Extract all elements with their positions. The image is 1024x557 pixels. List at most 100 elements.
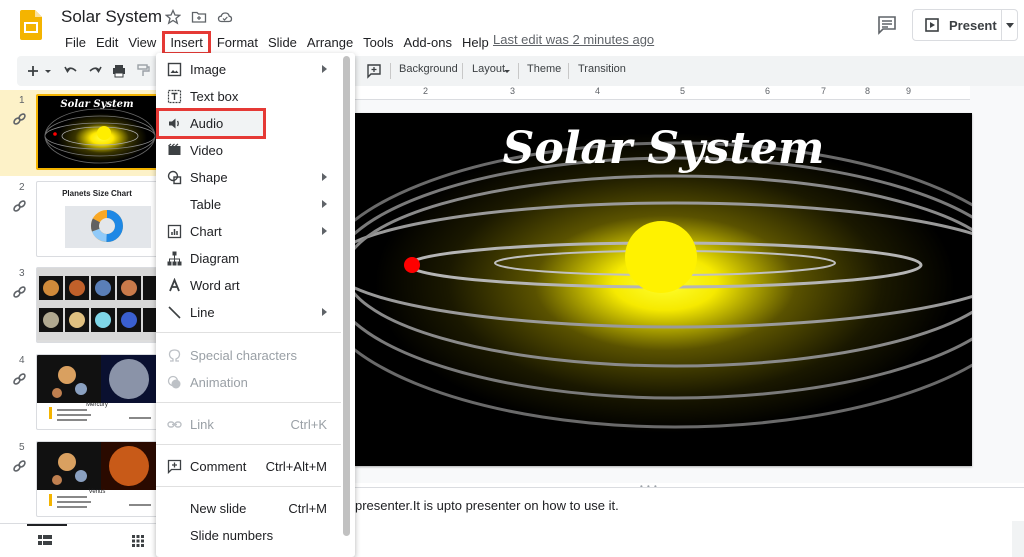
menu-item-shortcut: Ctrl+K — [290, 417, 327, 432]
menu-item-word-art[interactable]: Word art — [156, 272, 341, 299]
menu-item-label: Line — [190, 305, 215, 320]
menu-item-diagram[interactable]: Diagram — [156, 245, 341, 272]
ruler-number: 8 — [865, 86, 871, 96]
last-edit-link[interactable]: Last edit was 2 minutes ago — [493, 32, 654, 47]
comment-plus-icon — [167, 459, 182, 474]
menu-item-shortcut: Ctrl+M — [288, 501, 327, 516]
menu-item-chart[interactable]: Chart — [156, 218, 341, 245]
star-icon[interactable] — [165, 9, 181, 25]
print-icon[interactable] — [111, 63, 127, 79]
slide-thumbnail-1[interactable]: 1 Solar System — [0, 90, 163, 176]
menu-add-ons[interactable]: Add-ons — [399, 34, 457, 52]
menu-item-label: Text box — [190, 89, 239, 104]
menu-tools[interactable]: Tools — [358, 34, 398, 52]
menu-item-slide-numbers[interactable]: Slide numbers — [156, 522, 341, 549]
link-icon — [167, 421, 182, 428]
video-icon — [168, 143, 181, 155]
link-icon — [13, 373, 26, 385]
redo-icon[interactable] — [87, 63, 103, 79]
filmstrip-footer — [0, 523, 163, 557]
main-slide[interactable]: Solar System — [355, 113, 972, 466]
menu-item-line[interactable]: Line — [156, 299, 341, 326]
menu-file[interactable]: File — [60, 34, 91, 52]
menu-item-label: Word art — [190, 278, 240, 293]
menu-item-audio[interactable]: Audio — [156, 108, 266, 139]
slide-thumbnail-5[interactable]: 5 Venus — [0, 437, 163, 523]
menu-item-link: Link Ctrl+K — [156, 411, 341, 438]
layout-button[interactable]: Layout — [472, 63, 505, 75]
comment-history-icon[interactable] — [877, 15, 897, 35]
menubar: File Edit View Insert Format Slide Arran… — [60, 31, 494, 55]
menu-item-text-box[interactable]: Text box — [156, 83, 341, 110]
menu-item-label: Audio — [190, 116, 224, 131]
menu-edit[interactable]: Edit — [91, 34, 123, 52]
submenu-arrow-icon — [322, 65, 327, 73]
thumb-planets-grid — [37, 268, 157, 340]
menu-item-shortcut: Ctrl+Alt+M — [265, 459, 327, 474]
filmstrip-view-icon[interactable] — [38, 535, 52, 547]
line-icon — [168, 306, 181, 319]
audio-speaker-icon — [169, 118, 179, 129]
thumb-donut-chart — [91, 210, 123, 242]
menu-item-label: Image — [190, 62, 227, 77]
thumb-title: Planets Size Chart — [62, 189, 132, 198]
word-art-icon — [169, 278, 180, 292]
menu-item-special-characters: Special characters — [156, 342, 341, 369]
menu-item-shape[interactable]: Shape — [156, 164, 341, 191]
transition-button[interactable]: Transition — [578, 63, 626, 75]
ruler-number: 4 — [595, 86, 601, 96]
add-comment-icon[interactable] — [366, 63, 382, 79]
new-slide-chevron-down-icon[interactable] — [43, 63, 53, 79]
layout-chevron-down-icon[interactable] — [503, 63, 511, 79]
ruler-number: 7 — [821, 86, 827, 96]
slide-number: 5 — [19, 442, 25, 453]
submenu-arrow-icon — [322, 227, 327, 235]
background-button[interactable]: Background — [399, 63, 458, 75]
menu-item-image[interactable]: Image — [156, 56, 341, 83]
undo-icon[interactable] — [63, 63, 79, 79]
present-button[interactable]: Present — [912, 9, 1018, 41]
paint-format-icon[interactable] — [135, 63, 151, 79]
document-title[interactable]: Solar System — [61, 7, 162, 27]
speaker-notes-text[interactable]: presenter.It is upto presenter on how to… — [355, 498, 619, 513]
menu-item-video[interactable]: Video — [156, 137, 341, 164]
menu-item-label: Video — [190, 143, 224, 158]
slides-logo-icon[interactable] — [20, 10, 42, 40]
canvas-scrollbar[interactable] — [1012, 521, 1024, 557]
diagram-icon — [167, 251, 182, 266]
move-to-folder-icon[interactable] — [191, 9, 207, 25]
insert-menu: Image Text box Audio Video Shape Table C… — [156, 53, 355, 557]
menu-help[interactable]: Help — [457, 34, 494, 52]
menu-slide[interactable]: Slide — [263, 34, 302, 52]
main-slide-title[interactable]: Solar System — [355, 123, 972, 174]
menu-insert[interactable]: Insert — [162, 31, 211, 55]
slide-number: 3 — [19, 268, 25, 279]
image-icon — [167, 62, 182, 77]
submenu-arrow-icon — [322, 200, 327, 208]
menu-item-label: Link — [190, 417, 214, 432]
menu-format[interactable]: Format — [212, 34, 263, 52]
menu-scrollbar[interactable] — [343, 56, 350, 536]
submenu-arrow-icon — [322, 173, 327, 181]
theme-button[interactable]: Theme — [527, 63, 561, 75]
horizontal-ruler: 2 3 4 5 6 7 8 9 — [355, 86, 970, 100]
slide-thumbnail-2[interactable]: 2 Planets Size Chart — [0, 177, 163, 263]
menu-item-label: Chart — [190, 224, 222, 239]
slide-number: 1 — [19, 95, 25, 106]
menu-item-comment[interactable]: Comment Ctrl+Alt+M — [156, 453, 341, 480]
speaker-notes[interactable]: presenter.It is upto presenter on how to… — [355, 487, 1024, 557]
menu-arrange[interactable]: Arrange — [302, 34, 358, 52]
menu-item-new-slide[interactable]: New slide Ctrl+M — [156, 495, 341, 522]
slide-thumbnail-3[interactable]: 3 — [0, 263, 163, 349]
slide-thumbnail-4[interactable]: 4 Mercury — [0, 350, 163, 436]
menu-item-label: Diagram — [190, 251, 240, 266]
grid-view-icon[interactable] — [132, 535, 144, 547]
menu-item-animation: Animation — [156, 369, 341, 396]
new-slide-plus-icon[interactable] — [25, 63, 41, 79]
menu-view[interactable]: View — [123, 34, 161, 52]
menu-item-label: Slide numbers — [190, 528, 274, 543]
ruler-number: 3 — [510, 86, 516, 96]
present-options-chevron-icon[interactable] — [1006, 23, 1014, 28]
menu-item-table[interactable]: Table — [156, 191, 341, 218]
cloud-saved-icon[interactable] — [217, 9, 233, 25]
